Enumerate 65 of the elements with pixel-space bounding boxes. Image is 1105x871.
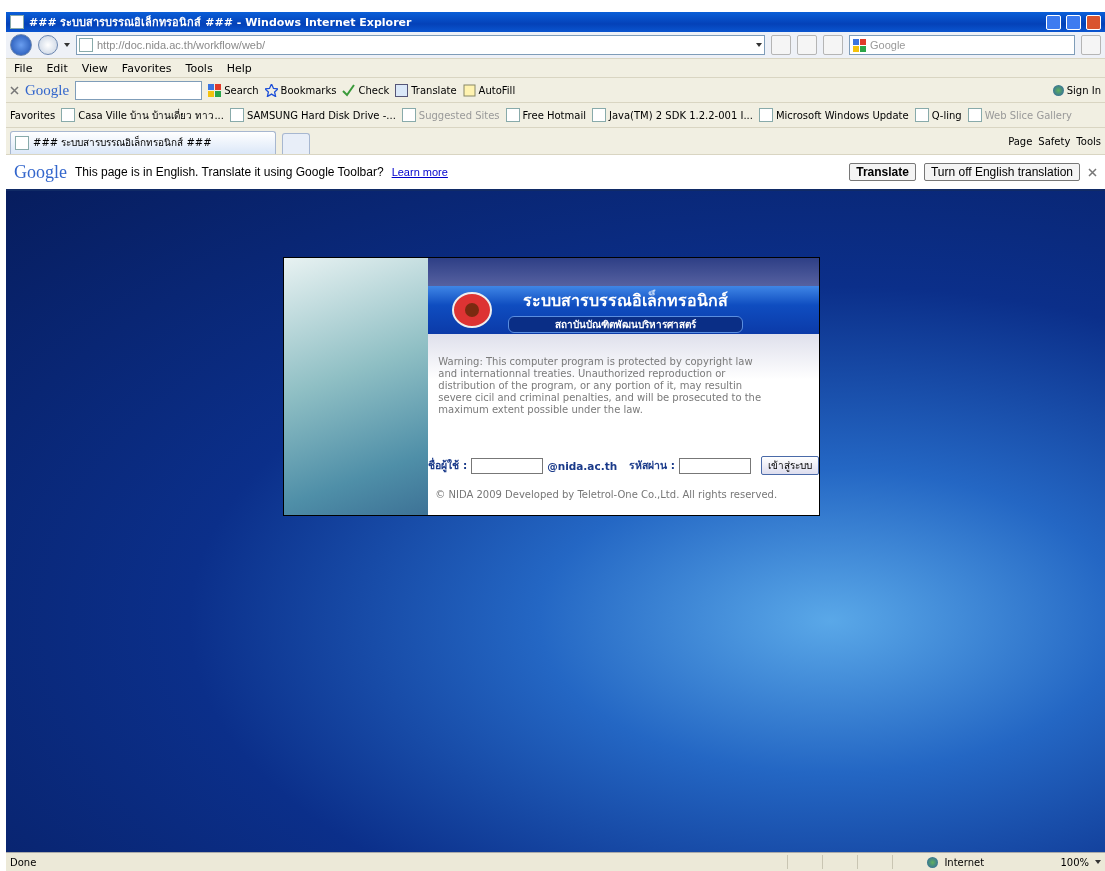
status-text: Done: [10, 856, 37, 868]
page-icon: [79, 38, 93, 52]
maximize-button[interactable]: [1066, 14, 1081, 30]
google-search-field[interactable]: [75, 80, 203, 100]
google-logo: Google: [25, 81, 70, 99]
form-icon: [462, 83, 476, 97]
menu-item[interactable]: Favorites: [117, 61, 176, 75]
zoom-level[interactable]: 100%: [1060, 856, 1089, 868]
menu-item[interactable]: File: [10, 61, 37, 75]
google-g-icon: [853, 38, 866, 52]
spell-check-icon: [342, 83, 356, 97]
google-g-icon: [208, 83, 222, 97]
command-menu[interactable]: Safety: [1038, 135, 1071, 147]
favorite-link[interactable]: Free Hotmail: [505, 108, 586, 122]
favorite-link[interactable]: Q-ling: [914, 108, 962, 122]
address-url: http://doc.nida.ac.th/workflow/web/: [97, 39, 267, 51]
command-menu[interactable]: Tools: [1076, 135, 1101, 147]
favorite-link[interactable]: SAMSUNG Hard Disk Drive -...: [230, 108, 396, 122]
password-field[interactable]: [679, 457, 751, 474]
search-placeholder: Google: [870, 39, 906, 51]
menu-item[interactable]: View: [77, 61, 112, 75]
dropdown-caret-icon[interactable]: [756, 43, 762, 47]
back-button[interactable]: [10, 34, 32, 56]
translate-message: This page is in English. Translate it using Google Toolbar?: [75, 165, 384, 179]
translate-button[interactable]: Turn off English translation: [923, 163, 1080, 181]
minimize-button[interactable]: [1046, 14, 1061, 30]
favorite-link[interactable]: Microsoft Windows Update: [758, 108, 909, 122]
learn-more-link[interactable]: Learn more: [391, 166, 448, 178]
menu-item[interactable]: Tools: [181, 61, 217, 75]
browser-icon: [10, 15, 24, 29]
window-title: ### ระบบสารบรรณอิเล็กทรอนิกส์ ### - Windows Internet Explorer: [29, 14, 413, 31]
domain-label: @nida.ac.th: [547, 459, 618, 472]
browser-tab[interactable]: ### ระบบสารบรรณอิเล็กทรอนิกส์ ###: [10, 130, 276, 154]
dropdown-caret-icon[interactable]: [64, 43, 70, 47]
username-label: ชื่อผู้ใช้ :: [428, 457, 468, 474]
menu-item[interactable]: Help: [222, 61, 256, 75]
password-label: รหัสผ่าน :: [629, 458, 675, 473]
copyright-text: © NIDA 2009 Developed by Teletrol-One Co.,Ltd. All rights reserved.: [435, 489, 779, 500]
favorites-button[interactable]: Favorites: [10, 109, 56, 121]
dropdown-caret-icon[interactable]: [1095, 860, 1101, 864]
sign-in-button[interactable]: Sign In: [1052, 84, 1101, 96]
close-icon[interactable]: [1088, 167, 1097, 177]
toolbar-button[interactable]: Check: [342, 83, 390, 97]
address-field[interactable]: http://doc.nida.ac.th/workflow/web/: [76, 35, 765, 55]
seal-logo-icon: [452, 292, 493, 328]
favorite-link[interactable]: Casa Ville บ้าน บ้านเดี่ยว ทาว...: [61, 107, 224, 123]
system-title: ระบบสารบรรณอิเล็กทรอนิกส์: [523, 288, 729, 312]
favorite-link[interactable]: Java(TM) 2 SDK 1.2.2-001 I...: [591, 108, 753, 122]
close-button[interactable]: [1086, 14, 1101, 30]
toolbar-button[interactable]: Translate: [395, 83, 457, 97]
command-menu[interactable]: Page: [1008, 135, 1033, 147]
globe-icon: [927, 856, 939, 868]
star-icon: [264, 83, 278, 97]
toolbar-button[interactable]: Bookmarks: [264, 83, 337, 97]
forward-button[interactable]: [38, 35, 58, 55]
institution-name: สถาบันบัณฑิตพัฒนบริหารศาสตร์: [508, 315, 744, 333]
security-zone: Internet: [944, 856, 986, 868]
login-button[interactable]: เข้าสู่ระบบ: [761, 456, 819, 475]
toolbar-button[interactable]: AutoFill: [462, 83, 516, 97]
translate-button[interactable]: Translate: [849, 163, 916, 181]
close-icon[interactable]: [10, 85, 19, 95]
menu-item[interactable]: Edit: [42, 61, 72, 75]
username-field[interactable]: [471, 457, 544, 474]
toolbar-button[interactable]: Search: [208, 83, 259, 97]
google-logo: Google: [14, 161, 67, 183]
